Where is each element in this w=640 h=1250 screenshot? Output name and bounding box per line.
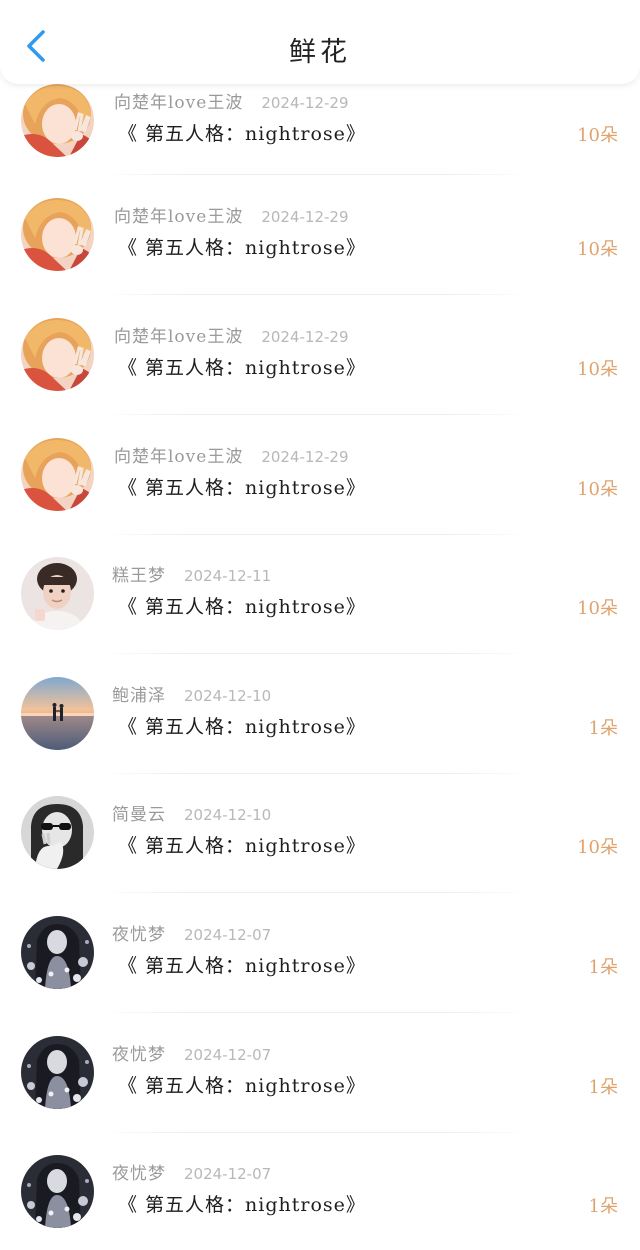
flower-records-screen: 向楚年love王波 2024-12-29 《 第五人格：nightrose》 10朵向… xyxy=(0,0,640,1250)
avatar[interactable] xyxy=(21,84,94,157)
list-item[interactable]: 糕王梦 2024-12-11 《 第五人格：nightrose》 10朵 xyxy=(0,557,640,676)
sender-name[interactable]: 夜忧梦 xyxy=(112,925,166,945)
sender-line: 夜忧梦 2024-12-07 xyxy=(112,920,271,945)
send-date: 2024-12-29 xyxy=(261,328,349,346)
sender-name[interactable]: 向楚年love王波 xyxy=(114,93,243,113)
list-item[interactable]: 向楚年love王波 2024-12-29 《 第五人格：nightrose》 10朵 xyxy=(0,84,640,203)
list-item[interactable]: 简曼云 2024-12-10 《 第五人格：nightrose》 10朵 xyxy=(0,796,640,915)
flower-count: 10朵 xyxy=(577,359,618,380)
sender-line: 夜忧梦 2024-12-07 xyxy=(112,1159,271,1184)
sender-name[interactable]: 糕王梦 xyxy=(112,566,166,586)
sender-name[interactable]: 向楚年love王波 xyxy=(114,447,243,467)
sender-line: 夜忧梦 2024-12-07 xyxy=(112,1040,271,1065)
flower-count: 10朵 xyxy=(577,239,618,260)
row-divider xyxy=(100,534,530,535)
sender-name[interactable]: 夜忧梦 xyxy=(112,1045,166,1065)
avatar[interactable] xyxy=(21,677,94,750)
row-divider xyxy=(100,892,530,893)
send-date: 2024-12-29 xyxy=(261,448,349,466)
row-divider xyxy=(100,653,530,654)
sender-line: 向楚年love王波 2024-12-29 xyxy=(114,442,349,467)
sender-line: 向楚年love王波 2024-12-29 xyxy=(114,88,349,113)
send-date: 2024-12-07 xyxy=(184,926,272,944)
avatar[interactable] xyxy=(21,1036,94,1109)
list-item[interactable]: 夜忧梦 2024-12-07 《 第五人格：nightrose》 1朵 xyxy=(0,1155,640,1250)
work-title[interactable]: 《 第五人格：nightrose》 xyxy=(118,119,366,146)
send-date: 2024-12-11 xyxy=(184,567,272,585)
sender-name[interactable]: 简曼云 xyxy=(112,805,166,825)
flower-count: 10朵 xyxy=(577,598,618,619)
avatar[interactable] xyxy=(21,796,94,869)
row-divider xyxy=(100,294,530,295)
work-title[interactable]: 《 第五人格：nightrose》 xyxy=(118,592,366,619)
sender-name[interactable]: 向楚年love王波 xyxy=(114,207,243,227)
work-title[interactable]: 《 第五人格：nightrose》 xyxy=(118,951,366,978)
list-item[interactable]: 夜忧梦 2024-12-07 《 第五人格：nightrose》 1朵 xyxy=(0,916,640,1035)
work-title[interactable]: 《 第五人格：nightrose》 xyxy=(118,831,366,858)
sender-name[interactable]: 鲍浦泽 xyxy=(112,686,166,706)
flower-count: 1朵 xyxy=(588,957,618,978)
sender-line: 糕王梦 2024-12-11 xyxy=(112,561,271,586)
flower-count: 1朵 xyxy=(588,1077,618,1098)
list-item[interactable]: 向楚年love王波 2024-12-29 《 第五人格：nightrose》 10朵 xyxy=(0,318,640,437)
send-date: 2024-12-10 xyxy=(184,687,272,705)
list-item[interactable]: 向楚年love王波 2024-12-29 《 第五人格：nightrose》 10朵 xyxy=(0,198,640,317)
row-divider xyxy=(100,1132,530,1133)
sender-name[interactable]: 夜忧梦 xyxy=(112,1164,166,1184)
avatar[interactable] xyxy=(21,438,94,511)
sender-line: 向楚年love王波 2024-12-29 xyxy=(114,202,349,227)
sender-line: 简曼云 2024-12-10 xyxy=(112,800,271,825)
send-date: 2024-12-07 xyxy=(184,1165,272,1183)
send-date: 2024-12-29 xyxy=(261,94,349,112)
sender-name[interactable]: 向楚年love王波 xyxy=(114,327,243,347)
row-divider xyxy=(100,1012,530,1013)
work-title[interactable]: 《 第五人格：nightrose》 xyxy=(118,233,366,260)
flower-count: 1朵 xyxy=(588,1196,618,1217)
work-title[interactable]: 《 第五人格：nightrose》 xyxy=(118,353,366,380)
flower-count: 10朵 xyxy=(577,479,618,500)
row-divider xyxy=(100,773,530,774)
flower-count: 1朵 xyxy=(588,718,618,739)
avatar[interactable] xyxy=(21,916,94,989)
row-divider xyxy=(100,414,530,415)
page-title: 鲜花 xyxy=(289,37,351,68)
avatar[interactable] xyxy=(21,318,94,391)
send-date: 2024-12-10 xyxy=(184,806,272,824)
flower-count: 10朵 xyxy=(577,837,618,858)
sender-line: 向楚年love王波 2024-12-29 xyxy=(114,322,349,347)
list-item[interactable]: 夜忧梦 2024-12-07 《 第五人格：nightrose》 1朵 xyxy=(0,1036,640,1155)
send-date: 2024-12-07 xyxy=(184,1046,272,1064)
flower-count: 10朵 xyxy=(577,125,618,146)
row-divider xyxy=(100,174,530,175)
avatar[interactable] xyxy=(21,198,94,271)
work-title[interactable]: 《 第五人格：nightrose》 xyxy=(118,712,366,739)
top-bar: 鲜花 xyxy=(0,0,640,84)
list-item[interactable]: 向楚年love王波 2024-12-29 《 第五人格：nightrose》 10朵 xyxy=(0,438,640,557)
sender-line: 鲍浦泽 2024-12-10 xyxy=(112,681,271,706)
work-title[interactable]: 《 第五人格：nightrose》 xyxy=(118,1190,366,1217)
avatar[interactable] xyxy=(21,557,94,630)
send-date: 2024-12-29 xyxy=(261,208,349,226)
avatar[interactable] xyxy=(21,1155,94,1228)
list-item[interactable]: 鲍浦泽 2024-12-10 《 第五人格：nightrose》 1朵 xyxy=(0,677,640,796)
work-title[interactable]: 《 第五人格：nightrose》 xyxy=(118,1071,366,1098)
work-title[interactable]: 《 第五人格：nightrose》 xyxy=(118,473,366,500)
